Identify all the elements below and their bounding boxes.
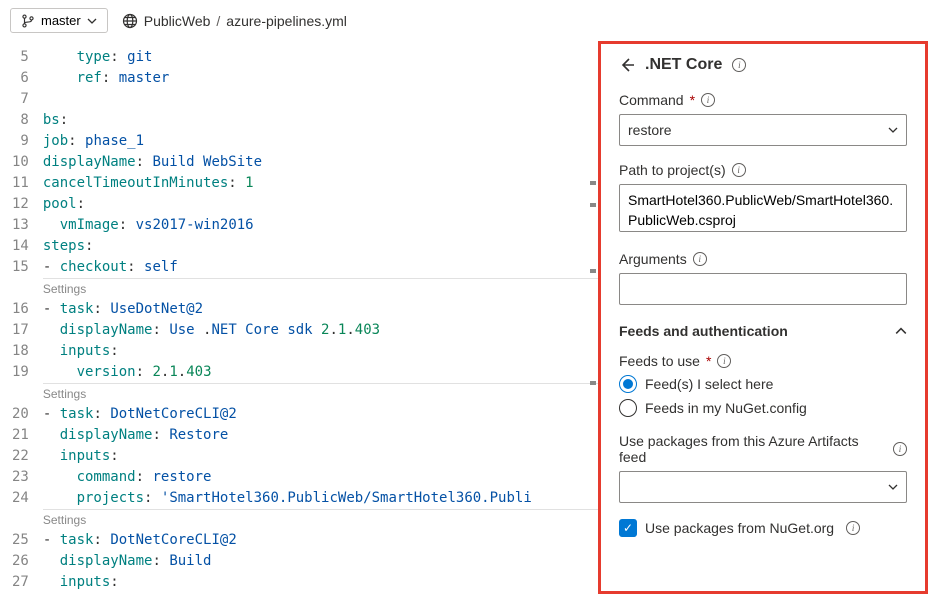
radio-icon [619, 375, 637, 393]
chevron-down-icon [87, 16, 97, 26]
breadcrumb-root[interactable]: PublicWeb [144, 13, 211, 29]
code-line[interactable]: steps: [43, 236, 598, 257]
arguments-label: Arguments [619, 251, 687, 267]
arguments-input[interactable] [619, 273, 907, 305]
command-value: restore [628, 122, 672, 138]
code-line[interactable]: cancelTimeoutInMinutes: 1 [43, 173, 598, 194]
code-line[interactable]: inputs: [43, 341, 598, 362]
command-select[interactable]: restore [619, 114, 907, 146]
code-line[interactable]: version: 2.1.403 [43, 362, 598, 383]
repo-icon [122, 13, 138, 29]
settings-codelens[interactable]: Settings [43, 278, 598, 299]
feeds-section-toggle[interactable]: Feeds and authentication [619, 323, 907, 339]
artifacts-feed-select[interactable] [619, 471, 907, 503]
code-line[interactable]: vmImage: vs2017-win2016 [43, 215, 598, 236]
feeds-to-use-label: Feeds to use [619, 353, 700, 369]
back-button[interactable] [619, 57, 635, 73]
branch-name: master [41, 13, 81, 28]
info-icon[interactable]: i [846, 521, 860, 535]
radio-select-here[interactable]: Feed(s) I select here [619, 375, 907, 393]
required-marker: * [690, 92, 695, 108]
path-input[interactable] [619, 184, 907, 232]
code-line[interactable]: - task: UseDotNet@2 [43, 299, 598, 320]
info-icon[interactable]: i [701, 93, 715, 107]
code-line[interactable]: inputs: [43, 572, 598, 593]
branch-selector[interactable]: master [10, 8, 108, 33]
checkbox-label: Use packages from NuGet.org [645, 520, 834, 536]
code-line[interactable]: - task: DotNetCoreCLI@2 [43, 404, 598, 425]
code-line[interactable]: - task: DotNetCoreCLI@2 [43, 530, 598, 551]
code-line[interactable]: bs: [43, 110, 598, 131]
info-icon[interactable]: i [732, 163, 746, 177]
code-line[interactable] [43, 89, 598, 110]
info-icon[interactable]: i [732, 58, 746, 72]
code-line[interactable]: type: git [43, 47, 598, 68]
code-line[interactable]: inputs: [43, 446, 598, 467]
code-line[interactable]: displayName: Restore [43, 425, 598, 446]
info-icon[interactable]: i [717, 354, 731, 368]
code-line[interactable]: - checkout: self [43, 257, 598, 278]
panel-title: .NET Core [645, 56, 722, 74]
feeds-section-label: Feeds and authentication [619, 323, 788, 339]
code-line[interactable]: command: restore [43, 467, 598, 488]
settings-codelens[interactable]: Settings [43, 509, 598, 530]
nuget-checkbox[interactable]: ✓ Use packages from NuGet.org i [619, 519, 907, 537]
chevron-down-icon [888, 482, 898, 492]
code-line[interactable]: job: phase_1 [43, 131, 598, 152]
chevron-down-icon [888, 125, 898, 135]
code-line[interactable]: displayName: Build [43, 551, 598, 572]
info-icon[interactable]: i [893, 442, 907, 456]
breadcrumb-file: azure-pipelines.yml [226, 13, 347, 29]
code-editor[interactable]: 5678910111213141516171819202122232425262… [0, 41, 598, 594]
required-marker: * [706, 353, 711, 369]
code-line[interactable]: displayName: Build WebSite [43, 152, 598, 173]
radio-label: Feed(s) I select here [645, 376, 773, 392]
breadcrumb: PublicWeb / azure-pipelines.yml [122, 13, 347, 29]
chevron-up-icon [895, 325, 907, 337]
radio-icon [619, 399, 637, 417]
line-gutter: 5678910111213141516171819202122232425262… [0, 47, 43, 594]
artifacts-feed-label: Use packages from this Azure Artifacts f… [619, 433, 887, 465]
radio-nuget-config[interactable]: Feeds in my NuGet.config [619, 399, 907, 417]
info-icon[interactable]: i [693, 252, 707, 266]
branch-icon [21, 14, 35, 28]
command-label: Command [619, 92, 684, 108]
breadcrumb-separator: / [216, 13, 220, 29]
top-bar: master PublicWeb / azure-pipelines.yml [0, 0, 928, 41]
settings-codelens[interactable]: Settings [43, 383, 598, 404]
checkbox-icon: ✓ [619, 519, 637, 537]
path-label: Path to project(s) [619, 162, 726, 178]
task-panel: .NET Core i Command * i restore Path to … [598, 41, 928, 594]
radio-label: Feeds in my NuGet.config [645, 400, 807, 416]
code-line[interactable]: pool: [43, 194, 598, 215]
code-line[interactable]: ref: master [43, 68, 598, 89]
code-line[interactable]: displayName: Use .NET Core sdk 2.1.403 [43, 320, 598, 341]
code-line[interactable]: projects: 'SmartHotel360.PublicWeb/Smart… [43, 488, 598, 509]
scroll-overview [588, 41, 598, 594]
code-content[interactable]: type: git ref: masterbs:job: phase_1disp… [43, 47, 598, 594]
